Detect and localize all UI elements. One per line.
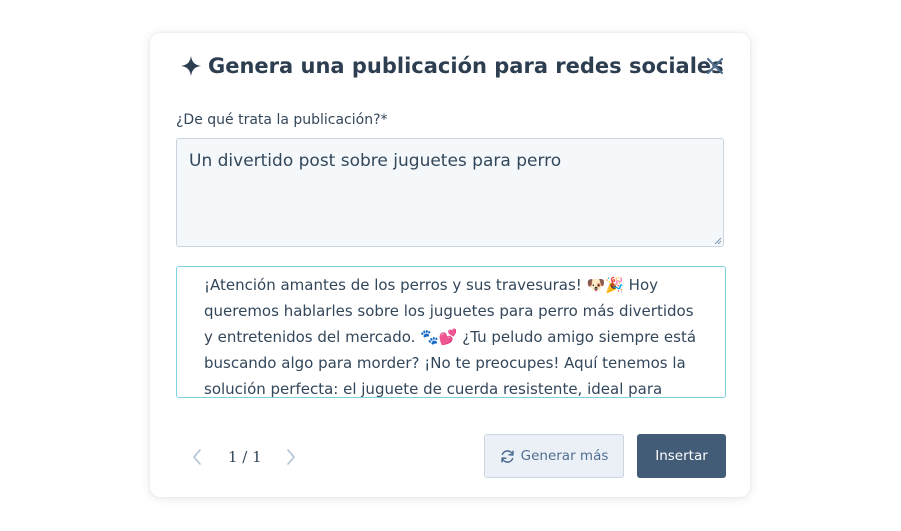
dialog-header: Genera una publicación para redes social… — [180, 51, 724, 81]
topic-value: Un divertido post sobre juguetes para pe… — [189, 151, 562, 171]
refresh-icon — [500, 449, 514, 463]
resize-handle-icon[interactable] — [713, 236, 722, 245]
sparkle-icon — [180, 55, 202, 77]
page-indicator: 1 / 1 — [228, 448, 262, 466]
generate-more-label: Generar más — [520, 448, 609, 464]
generated-post-content: ¡Atención amantes de los perros y sus tr… — [204, 276, 697, 398]
generate-post-dialog: Genera una publicación para redes social… — [150, 33, 750, 497]
chevron-right-icon[interactable] — [284, 447, 298, 467]
generated-post-text[interactable]: ¡Atención amantes de los perros y sus tr… — [176, 266, 726, 398]
topic-label: ¿De qué trata la publicación?* — [176, 112, 388, 128]
chevron-left-icon[interactable] — [190, 447, 204, 467]
dialog-title: Genera una publicación para redes social… — [208, 54, 724, 78]
insert-button[interactable]: Insertar — [637, 434, 726, 478]
close-icon[interactable] — [704, 55, 726, 77]
result-pager: 1 / 1 — [190, 442, 298, 472]
topic-textarea[interactable]: Un divertido post sobre juguetes para pe… — [176, 138, 724, 247]
insert-label: Insertar — [655, 448, 708, 464]
generate-more-button[interactable]: Generar más — [484, 434, 624, 478]
